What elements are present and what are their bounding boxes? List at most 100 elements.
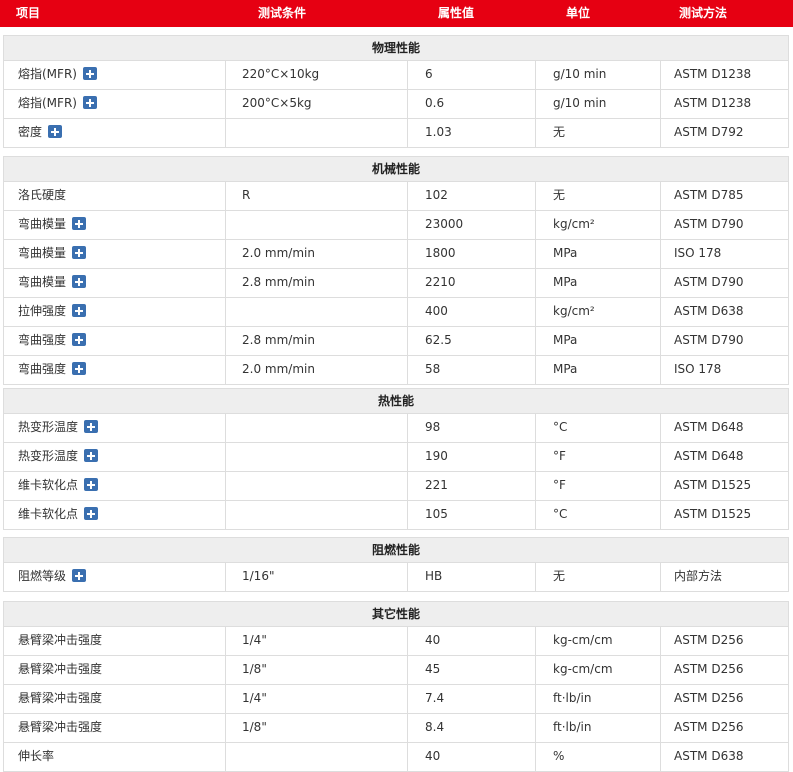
cell-condition-text: 2.0 mm/min <box>242 362 315 376</box>
plus-icon[interactable] <box>72 275 87 288</box>
cell-value: 58 <box>425 356 440 384</box>
column-divider <box>225 656 226 684</box>
cell-unit-text: °C <box>553 420 568 434</box>
plus-icon[interactable] <box>72 569 87 582</box>
cell-value-text: 40 <box>425 633 441 647</box>
header-item: 项目 <box>16 6 41 20</box>
plus-icon[interactable] <box>82 96 97 109</box>
column-divider <box>407 714 408 742</box>
cell-unit-text: MPa <box>553 246 578 260</box>
cell-item: 熔指(MFR) <box>18 61 97 89</box>
column-divider <box>225 714 226 742</box>
column-divider <box>225 356 226 384</box>
cell-method: ASTM D256 <box>674 714 743 742</box>
cell-value-text: 98 <box>425 420 441 434</box>
cell-item-text: 伸长率 <box>18 749 55 763</box>
table-row: 弯曲模量 2.8 mm/min 2210 MPa ASTM D790 <box>3 269 789 298</box>
column-divider <box>660 685 661 713</box>
plus-icon[interactable] <box>72 217 87 230</box>
cell-method-text: ASTM D790 <box>674 217 744 231</box>
plus-icon[interactable] <box>84 449 99 462</box>
column-divider <box>535 627 536 655</box>
cell-item: 热变形温度 <box>18 443 99 471</box>
cell-value: 45 <box>425 656 440 684</box>
cell-method: ASTM D648 <box>674 443 743 471</box>
cell-condition-text: 1/8" <box>242 662 267 676</box>
column-divider <box>225 627 226 655</box>
cell-value-text: 58 <box>425 362 441 376</box>
cell-value: 190 <box>425 443 448 471</box>
cell-value-text: 105 <box>425 507 448 521</box>
cell-method-text: ASTM D256 <box>674 691 744 705</box>
plus-icon[interactable] <box>84 478 99 491</box>
cell-unit-text: MPa <box>553 275 578 289</box>
column-divider <box>660 627 661 655</box>
plus-icon[interactable] <box>72 304 87 317</box>
cell-value: 0.6 <box>425 90 444 118</box>
cell-value-text: 1800 <box>425 246 456 260</box>
cell-unit: °F <box>553 443 566 471</box>
plus-icon[interactable] <box>72 246 87 259</box>
cell-unit-text: °F <box>553 449 566 463</box>
cell-method: ASTM D790 <box>674 269 743 297</box>
plus-icon[interactable] <box>84 507 99 520</box>
column-divider <box>407 90 408 118</box>
column-divider <box>225 685 226 713</box>
column-divider <box>225 119 226 147</box>
cell-method-text: ASTM D785 <box>674 188 744 202</box>
section-3: 阻燃性能 阻燃等级 1/16" HB 无 内部方法 <box>3 537 789 592</box>
plus-icon[interactable] <box>72 362 87 375</box>
cell-method: 内部方法 <box>674 563 722 591</box>
cell-unit: °F <box>553 472 566 500</box>
plus-icon[interactable] <box>82 67 97 80</box>
column-divider <box>660 714 661 742</box>
table-row: 阻燃等级 1/16" HB 无 内部方法 <box>3 563 789 592</box>
cell-value-text: 40 <box>425 749 441 763</box>
cell-condition-text: 1/16" <box>242 569 275 583</box>
cell-item: 阻燃等级 <box>18 563 87 591</box>
cell-value-text: 45 <box>425 662 441 676</box>
cell-condition-text: 1/8" <box>242 720 267 734</box>
cell-method: ISO 178 <box>674 240 721 268</box>
column-divider <box>407 182 408 210</box>
header-method: 测试方法 <box>679 6 728 20</box>
cell-method-text: ISO 178 <box>674 246 722 260</box>
table-row: 熔指(MFR) 200°C×5kg 0.6 g/10 min ASTM D1238 <box>3 90 789 119</box>
table-row: 弯曲强度 2.8 mm/min 62.5 MPa ASTM D790 <box>3 327 789 356</box>
section-4: 其它性能 悬臂梁冲击强度 1/4" 40 kg-cm/cm ASTM D256 悬臂梁冲击强… <box>3 601 789 772</box>
column-divider <box>407 240 408 268</box>
column-divider <box>660 563 661 591</box>
cell-condition-text: 2.8 mm/min <box>242 333 315 347</box>
cell-method: ASTM D638 <box>674 298 743 326</box>
column-divider <box>535 656 536 684</box>
cell-item-text: 拉伸强度 <box>18 304 67 318</box>
cell-condition: 2.8 mm/min <box>242 269 315 297</box>
cell-condition: 1/16" <box>242 563 274 591</box>
column-divider <box>535 714 536 742</box>
cell-unit-text: ft·lb/in <box>553 691 592 705</box>
cell-method-text: ASTM D1525 <box>674 478 752 492</box>
cell-condition: 2.0 mm/min <box>242 356 315 384</box>
plus-icon[interactable] <box>48 125 63 138</box>
cell-value: 62.5 <box>425 327 452 355</box>
plus-icon[interactable] <box>72 333 87 346</box>
plus-icon[interactable] <box>84 420 99 433</box>
cell-method: ASTM D1238 <box>674 90 751 118</box>
cell-item: 拉伸强度 <box>18 298 87 326</box>
table-row: 弯曲模量 23000 kg/cm² ASTM D790 <box>3 211 789 240</box>
cell-value: HB <box>425 563 442 591</box>
cell-value-text: 190 <box>425 449 448 463</box>
column-divider <box>225 90 226 118</box>
cell-method-text: ASTM D790 <box>674 275 744 289</box>
column-divider <box>407 627 408 655</box>
section-0: 物理性能 熔指(MFR) 220°C×10kg 6 g/10 min ASTM D1238… <box>3 35 789 148</box>
column-divider <box>535 240 536 268</box>
column-divider <box>225 472 226 500</box>
cell-method-text: ASTM D648 <box>674 449 744 463</box>
cell-method-text: ASTM D648 <box>674 420 744 434</box>
cell-item: 悬臂梁冲击强度 <box>18 714 102 742</box>
column-divider <box>225 240 226 268</box>
section-title: 热性能 <box>3 388 789 414</box>
cell-method-text: ASTM D638 <box>674 749 744 763</box>
cell-unit: g/10 min <box>553 90 606 118</box>
